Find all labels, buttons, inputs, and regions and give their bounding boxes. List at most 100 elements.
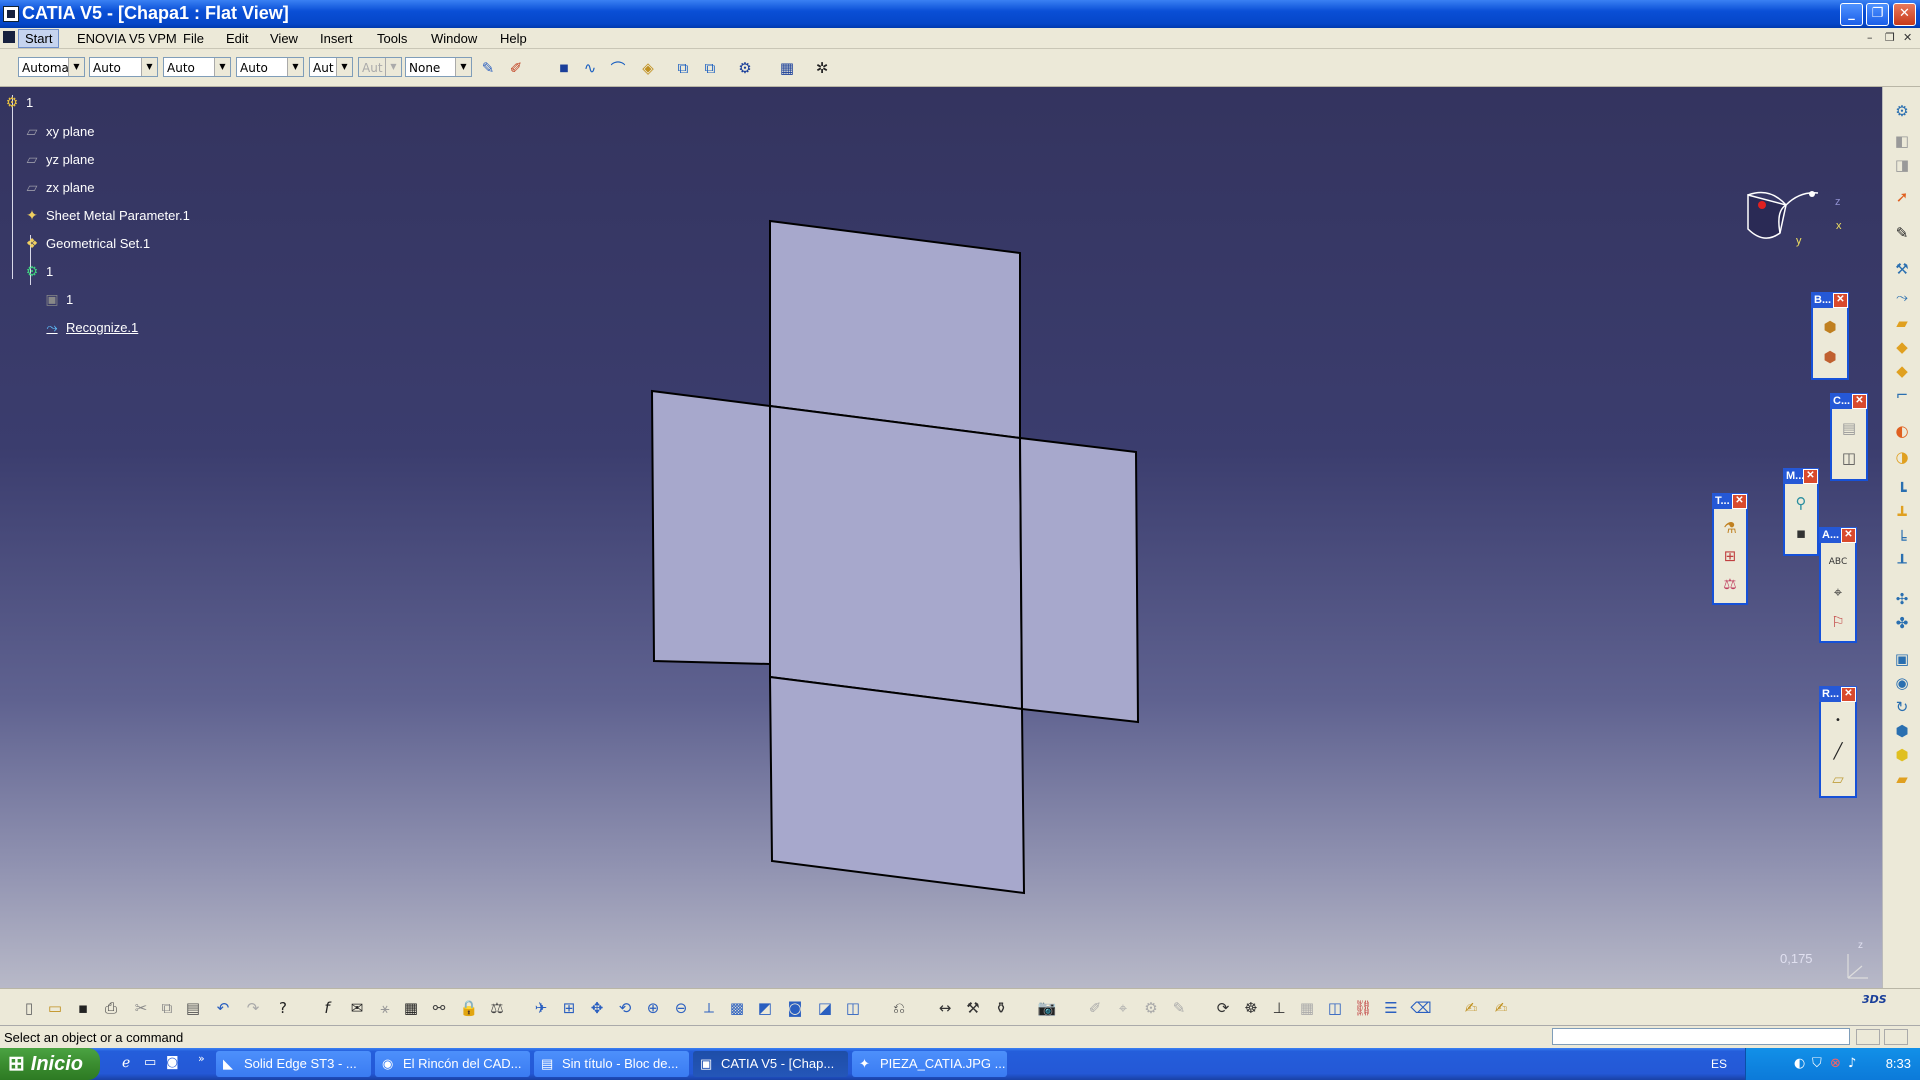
save-icon[interactable]: ▪ bbox=[1790, 522, 1812, 544]
catalog-icon[interactable]: ✍ bbox=[1460, 997, 1482, 1019]
restore-button[interactable]: ❐ bbox=[1866, 3, 1889, 26]
palette-header[interactable]: C... ✕ bbox=[1830, 393, 1868, 409]
command-button[interactable] bbox=[1856, 1029, 1880, 1045]
swap-icon[interactable]: ⟳ bbox=[1212, 997, 1234, 1019]
tools-icon[interactable]: ✲ bbox=[812, 58, 832, 78]
palette-header[interactable]: B... ✕ bbox=[1811, 292, 1849, 308]
analysis-icon[interactable]: ⌖ bbox=[1112, 997, 1134, 1019]
palette-b[interactable]: B... ✕ ⬢ ⬢ bbox=[1811, 292, 1849, 380]
security-alert-icon[interactable]: ⊗ bbox=[1830, 1056, 1841, 1071]
solid-icon[interactable]: ⬢ bbox=[1892, 745, 1912, 765]
chevron-down-icon[interactable]: ▼ bbox=[455, 58, 471, 76]
eraser-icon[interactable]: ⌫ bbox=[1410, 997, 1432, 1019]
measure-item-icon[interactable]: ⚒ bbox=[962, 997, 984, 1019]
compass-widget[interactable] bbox=[1740, 167, 1850, 257]
hide-show-icon[interactable]: ◪ bbox=[814, 997, 836, 1019]
close-icon[interactable]: ✕ bbox=[1803, 469, 1818, 484]
cutout-icon[interactable]: ┗ bbox=[1892, 481, 1912, 501]
law-icon[interactable]: ⚖ bbox=[486, 997, 508, 1019]
ie-icon[interactable]: ℯ bbox=[122, 1055, 130, 1071]
bend-icon[interactable]: ⌐ bbox=[1892, 385, 1912, 405]
transform-icon[interactable]: ↻ bbox=[1892, 697, 1912, 717]
point-icon[interactable]: ■ bbox=[554, 58, 574, 78]
menu-start[interactable]: Start bbox=[18, 29, 60, 48]
pattern-icon[interactable]: ▣ bbox=[1892, 649, 1912, 669]
normal-view-icon[interactable]: ⟂ bbox=[698, 997, 720, 1019]
3d-annotation-icon[interactable]: ⚐ bbox=[1827, 611, 1849, 633]
chamfer-icon[interactable]: ┸ bbox=[1892, 553, 1912, 573]
analysis-icon[interactable]: ✐ bbox=[1084, 997, 1106, 1019]
sheet-metal-workbench-icon[interactable]: ⚙ bbox=[1892, 101, 1912, 121]
paste-icon[interactable]: ▤ bbox=[182, 997, 204, 1019]
3d-viewport[interactable]: ⚙ 1 ▱ xy plane ▱ yz plane ▱ zx plane ✦ Sheet … bbox=[0, 87, 1882, 988]
flange-right[interactable] bbox=[1018, 436, 1140, 724]
point-symbol-combo[interactable]: Aut ▼ bbox=[309, 57, 353, 77]
volume-icon[interactable]: ♪ bbox=[1848, 1056, 1856, 1071]
view-icon[interactable]: ◨ bbox=[1892, 155, 1912, 175]
measure-between-icon[interactable]: ↔ bbox=[934, 997, 956, 1019]
palette-r[interactable]: R... ✕ • ╱ ▱ bbox=[1819, 686, 1857, 798]
flange-left[interactable] bbox=[650, 389, 771, 666]
stamp-icon[interactable]: ✣ bbox=[1892, 589, 1912, 609]
hole-icon[interactable]: ┻ bbox=[1892, 505, 1912, 525]
isometric-view-icon[interactable]: ◩ bbox=[754, 997, 776, 1019]
menu-edit[interactable]: Edit bbox=[226, 31, 248, 46]
palette-header[interactable]: R... ✕ bbox=[1819, 686, 1857, 702]
mdi-restore-button[interactable]: ❐ bbox=[1885, 31, 1895, 44]
command-button[interactable] bbox=[1884, 1029, 1908, 1045]
flange-top[interactable] bbox=[769, 219, 1021, 440]
open-icon[interactable]: ▭ bbox=[44, 997, 66, 1019]
task-firefox[interactable]: ◉ El Rincón del CAD... bbox=[375, 1051, 530, 1077]
flag-note-icon[interactable]: ⌖ bbox=[1827, 581, 1849, 603]
cut-icon[interactable]: ▤ bbox=[1838, 417, 1860, 439]
menu-view[interactable]: View bbox=[270, 31, 298, 46]
compass-handle[interactable] bbox=[1809, 191, 1815, 197]
cut-icon[interactable]: ✂ bbox=[130, 997, 152, 1019]
line-thickness-combo[interactable]: Auto ▼ bbox=[163, 57, 231, 77]
close-icon[interactable]: ✕ bbox=[1852, 394, 1867, 409]
view-icon[interactable]: ◧ bbox=[1892, 131, 1912, 151]
palette-header[interactable]: A... ✕ bbox=[1819, 527, 1857, 543]
menu-enovia[interactable]: ENOVIA V5 VPM bbox=[77, 31, 177, 46]
view-back-icon[interactable]: ⧉ bbox=[700, 58, 720, 78]
spline-icon[interactable]: ⌒ bbox=[608, 58, 628, 78]
menu-file[interactable]: File bbox=[183, 31, 204, 46]
flatten-icon[interactable]: ⎌ bbox=[888, 997, 910, 1019]
language-indicator[interactable]: ES bbox=[1711, 1057, 1727, 1071]
text-annotation-icon[interactable]: ABC bbox=[1827, 551, 1849, 573]
inertia-icon[interactable]: ⚱ bbox=[990, 997, 1012, 1019]
table-icon[interactable]: ▦ bbox=[400, 997, 422, 1019]
view-front-icon[interactable]: ⧉ bbox=[673, 58, 693, 78]
sketch-icon[interactable]: ✎ bbox=[1892, 223, 1912, 243]
pattern-icon[interactable]: ⊞ bbox=[1719, 545, 1741, 567]
flange-icon[interactable]: ◆ bbox=[1892, 361, 1912, 381]
chevron-down-icon[interactable]: ▼ bbox=[214, 58, 230, 76]
catalog-icon[interactable]: ✍ bbox=[1490, 997, 1512, 1019]
fly-mode-icon[interactable]: ✈ bbox=[530, 997, 552, 1019]
sheet-metal-parameters-icon[interactable]: ⚙ bbox=[735, 58, 755, 78]
chevron-down-icon[interactable]: ▼ bbox=[68, 58, 84, 76]
start-button[interactable]: ⊞ Inicio bbox=[0, 1048, 100, 1080]
layer-combo[interactable]: None ▼ bbox=[405, 57, 472, 77]
wall-icon[interactable]: ▰ bbox=[1892, 313, 1912, 333]
analysis-icon[interactable]: ✎ bbox=[1168, 997, 1190, 1019]
swap-visible-space-icon[interactable]: ◫ bbox=[842, 997, 864, 1019]
analysis-icon[interactable]: ⚙ bbox=[1140, 997, 1162, 1019]
grid-icon[interactable]: ▦ bbox=[1296, 997, 1318, 1019]
shading-icon[interactable]: ◙ bbox=[784, 997, 806, 1019]
solid-icon[interactable]: ⬢ bbox=[1892, 721, 1912, 741]
painter-icon[interactable]: ✎ bbox=[478, 58, 498, 78]
close-icon[interactable]: ✕ bbox=[1833, 293, 1848, 308]
chevron-down-icon[interactable]: ▼ bbox=[287, 58, 303, 76]
shield-icon[interactable]: ⛉ bbox=[1812, 1056, 1822, 1071]
comment-icon[interactable]: ✉ bbox=[346, 997, 368, 1019]
quicklaunch-more-icon[interactable]: » bbox=[198, 1052, 205, 1065]
menu-help[interactable]: Help bbox=[500, 31, 527, 46]
menu-insert[interactable]: Insert bbox=[320, 31, 353, 46]
plane-icon[interactable]: ▱ bbox=[1827, 768, 1849, 790]
capture-icon[interactable]: 📷 bbox=[1036, 997, 1058, 1019]
menu-tools[interactable]: Tools bbox=[377, 31, 407, 46]
menu-window[interactable]: Window bbox=[431, 31, 477, 46]
zoom-in-icon[interactable]: ⊕ bbox=[642, 997, 664, 1019]
stamp-icon[interactable]: ✤ bbox=[1892, 613, 1912, 633]
